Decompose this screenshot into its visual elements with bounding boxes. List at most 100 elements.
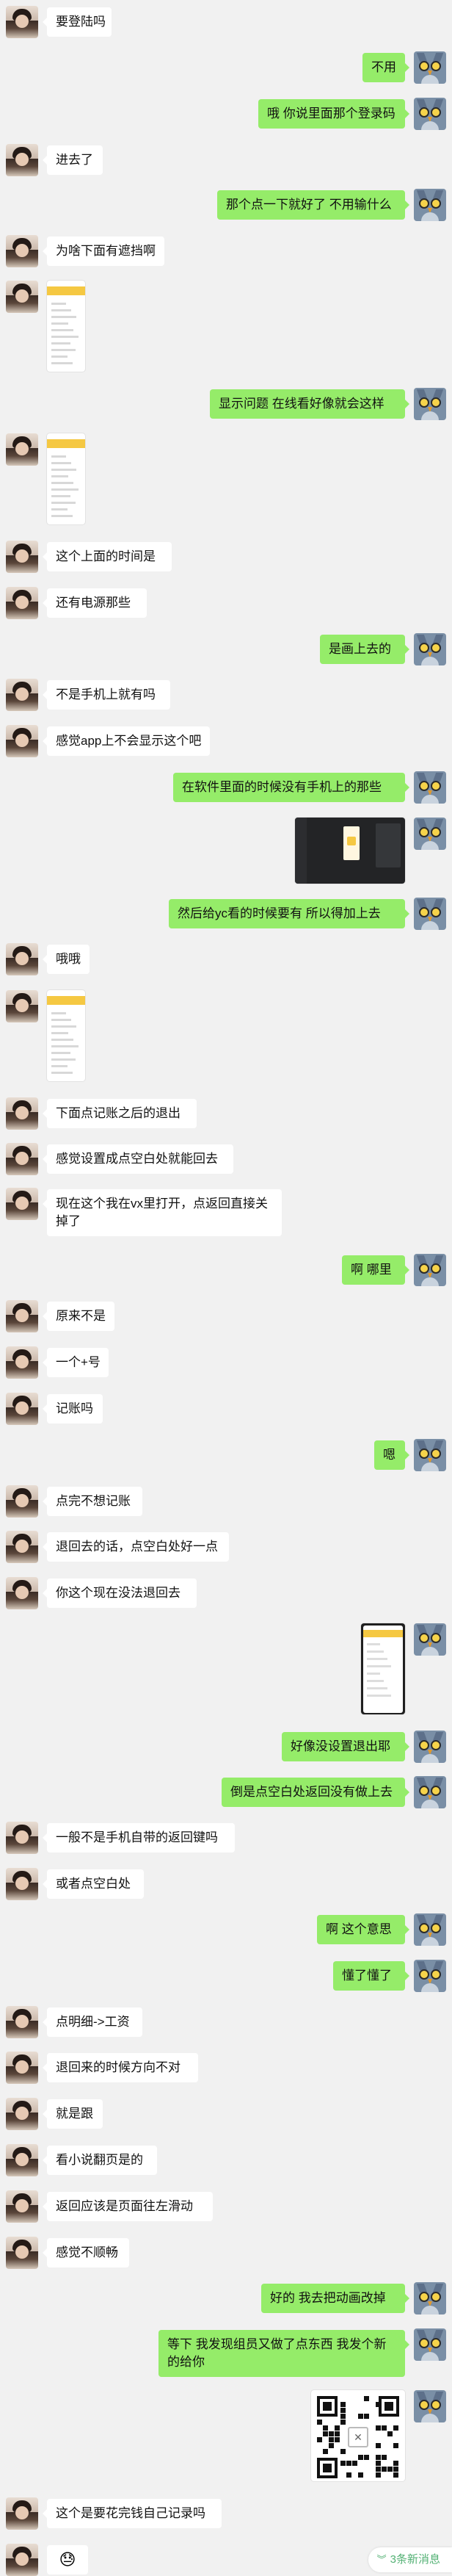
my-avatar[interactable]	[414, 1913, 446, 1946]
contact-avatar[interactable]	[6, 2237, 38, 2269]
contact-avatar[interactable]	[6, 2144, 38, 2176]
message-bubble[interactable]: 点明细->工资	[43, 2007, 142, 2037]
contact-avatar[interactable]	[6, 281, 38, 313]
message-bubble[interactable]: 退回去的话，点空白处好一点	[43, 1532, 229, 1562]
message-bubble[interactable]: 你这个现在没法退回去	[43, 1579, 197, 1608]
message-bubble[interactable]: 看小说翻页是的	[43, 2146, 157, 2175]
message-bubble[interactable]: 感觉app上不会显示这个吧	[43, 726, 210, 756]
message-bubble[interactable]: 懂了懂了	[333, 1961, 409, 1991]
contact-avatar[interactable]	[6, 1868, 38, 1900]
message-bubble[interactable]: 感觉设置成点空白处就能回去	[43, 1144, 233, 1174]
contact-avatar[interactable]	[6, 1531, 38, 1563]
contact-avatar[interactable]	[6, 2497, 38, 2530]
message-bubble[interactable]: 好的 我去把动画改掉	[261, 2284, 409, 2313]
message-bubble[interactable]: 为啥下面有遮挡啊	[43, 237, 164, 266]
message-bubble[interactable]: 现在这个我在vx里打开，点返回直接关掉了	[43, 1189, 282, 1236]
image-thumbnail[interactable]	[295, 818, 405, 884]
qr-code-image[interactable]: ✕	[311, 2390, 405, 2481]
image-thumbnail[interactable]	[47, 281, 85, 372]
emoji-message[interactable]: 😓	[47, 2545, 88, 2575]
new-messages-pill[interactable]: ︾ 3条新消息	[368, 2547, 452, 2572]
my-avatar[interactable]	[414, 1623, 446, 1656]
message-bubble[interactable]: 原来不是	[43, 1302, 114, 1331]
message-bubble[interactable]: 这个是要花完钱自己记录吗	[43, 2499, 222, 2528]
message-bubble[interactable]: 感觉不顺畅	[43, 2238, 129, 2267]
my-avatar[interactable]	[414, 1254, 446, 1286]
outgoing-message: 好像没设置退出耶	[0, 1731, 452, 1763]
image-thumbnail[interactable]	[47, 990, 85, 1081]
contact-avatar[interactable]	[6, 2006, 38, 2038]
message-bubble[interactable]: 那个点一下就好了 不用输什么	[217, 190, 409, 220]
message-bubble[interactable]: 进去了	[43, 145, 103, 175]
my-avatar[interactable]	[414, 633, 446, 665]
chat-message-list[interactable]: 要登陆吗不用哦 你说里面那个登录码进去了那个点一下就好了 不用输什么为啥下面有遮…	[0, 0, 452, 2576]
message-bubble[interactable]: 倒是点空白处返回没有做上去	[222, 1778, 409, 1807]
message-bubble[interactable]: 显示问题 在线看好像就会这样	[210, 389, 409, 419]
message-bubble[interactable]: 还有电源那些	[43, 588, 147, 618]
message-bubble[interactable]: 是画上去的	[320, 635, 409, 664]
contact-avatar[interactable]	[6, 679, 38, 711]
message-bubble[interactable]: 下面点记账之后的退出	[43, 1099, 197, 1128]
incoming-message: 这个是要花完钱自己记录吗	[0, 2497, 452, 2530]
contact-avatar[interactable]	[6, 6, 38, 38]
message-bubble[interactable]: 嗯	[374, 1440, 409, 1470]
contact-avatar[interactable]	[6, 2098, 38, 2130]
contact-avatar[interactable]	[6, 1143, 38, 1175]
my-avatar[interactable]	[414, 189, 446, 221]
message-bubble[interactable]: 一般不是手机自带的返回键吗	[43, 1823, 235, 1852]
message-bubble[interactable]: 不用	[362, 53, 409, 82]
contact-avatar[interactable]	[6, 990, 38, 1022]
message-bubble[interactable]: 返回应该是页面往左滑动	[43, 2192, 213, 2221]
contact-avatar[interactable]	[6, 1346, 38, 1379]
contact-avatar[interactable]	[6, 433, 38, 466]
message-bubble[interactable]: 等下 我发现组员又做了点东西 我发个新的给你	[158, 2330, 409, 2377]
image-thumbnail[interactable]	[361, 1623, 405, 1714]
my-avatar[interactable]	[414, 388, 446, 420]
contact-avatar[interactable]	[6, 2190, 38, 2223]
message-bubble[interactable]: 哦哦	[43, 945, 90, 974]
contact-avatar[interactable]	[6, 1188, 38, 1220]
contact-avatar[interactable]	[6, 541, 38, 573]
image-thumbnail[interactable]	[47, 433, 85, 524]
contact-avatar[interactable]	[6, 1300, 38, 1332]
message-bubble[interactable]: 记账吗	[43, 1394, 103, 1424]
my-avatar[interactable]	[414, 2328, 446, 2361]
my-avatar[interactable]	[414, 1731, 446, 1763]
message-bubble[interactable]: 一个+号	[43, 1348, 109, 1377]
my-avatar[interactable]	[414, 2282, 446, 2315]
my-avatar[interactable]	[414, 771, 446, 804]
message-bubble[interactable]: 点完不想记账	[43, 1487, 142, 1516]
my-avatar[interactable]	[414, 818, 446, 850]
message-bubble[interactable]: 啊 哪里	[342, 1255, 409, 1285]
my-avatar[interactable]	[414, 1439, 446, 1471]
contact-avatar[interactable]	[6, 144, 38, 176]
message-bubble[interactable]: 就是跟	[43, 2099, 103, 2129]
contact-avatar[interactable]	[6, 587, 38, 619]
message-bubble[interactable]: 不是手机上就有吗	[43, 680, 170, 710]
message-bubble[interactable]: 这个上面的时间是	[43, 542, 172, 571]
my-avatar[interactable]	[414, 898, 446, 930]
my-avatar[interactable]	[414, 51, 446, 84]
my-avatar[interactable]	[414, 2390, 446, 2422]
message-bubble[interactable]: 哦 你说里面那个登录码	[258, 99, 409, 129]
my-avatar[interactable]	[414, 1960, 446, 1992]
contact-avatar[interactable]	[6, 1393, 38, 1425]
contact-avatar[interactable]	[6, 1822, 38, 1854]
message-bubble[interactable]: 啊 这个意思	[317, 1915, 409, 1944]
contact-avatar[interactable]	[6, 2052, 38, 2084]
contact-avatar[interactable]	[6, 2544, 38, 2576]
message-bubble[interactable]: 在软件里面的时候没有手机上的那些	[173, 773, 409, 802]
message-bubble[interactable]: 好像没设置退出耶	[282, 1732, 409, 1761]
my-avatar[interactable]	[414, 1776, 446, 1808]
contact-avatar[interactable]	[6, 1577, 38, 1609]
contact-avatar[interactable]	[6, 235, 38, 267]
message-bubble[interactable]: 要登陆吗	[43, 7, 112, 37]
contact-avatar[interactable]	[6, 1097, 38, 1130]
contact-avatar[interactable]	[6, 943, 38, 975]
message-bubble[interactable]: 或者点空白处	[43, 1869, 144, 1899]
message-bubble[interactable]: 退回来的时候方向不对	[43, 2053, 198, 2082]
contact-avatar[interactable]	[6, 725, 38, 757]
my-avatar[interactable]	[414, 98, 446, 130]
message-bubble[interactable]: 然后给yc看的时候要有 所以得加上去	[169, 899, 409, 928]
contact-avatar[interactable]	[6, 1485, 38, 1518]
